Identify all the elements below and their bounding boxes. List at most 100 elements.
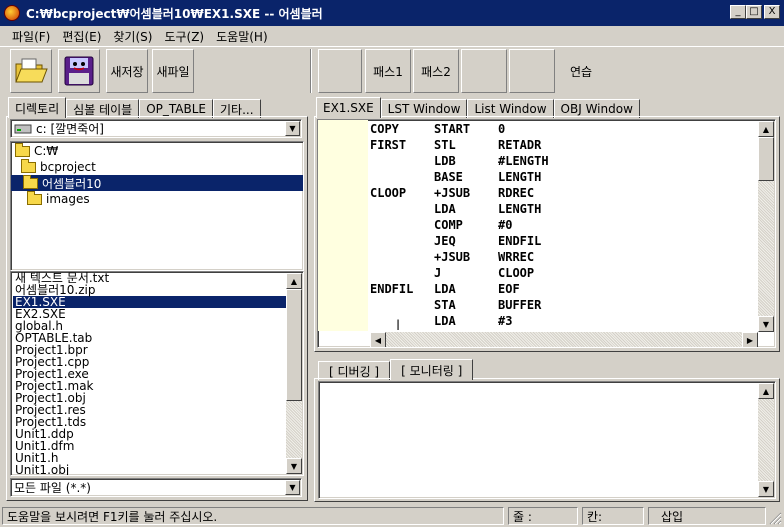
menu-help[interactable]: 도움말(H) <box>210 28 274 45</box>
scroll-down-button[interactable]: ▼ <box>758 481 774 497</box>
file-filter-combo[interactable]: 모든 파일 (*.*) ▼ <box>10 478 302 497</box>
toolbar-separator <box>310 49 312 93</box>
code-line: BASE LENGTH <box>370 169 755 185</box>
scroll-thumb[interactable] <box>286 289 302 401</box>
tab-directory[interactable]: 디렉토리 <box>8 97 67 118</box>
editor-gutter <box>318 120 368 331</box>
open-folder-button[interactable] <box>10 49 52 93</box>
code-operand: EOF <box>498 282 520 296</box>
open-folder-icon <box>15 58 48 83</box>
code-line: LDB #LENGTH <box>370 153 755 169</box>
menu-file[interactable]: 파일(F) <box>6 28 56 45</box>
directory-tree: C:₩ bcproject 어셈블러10 images <box>10 141 304 271</box>
status-bar: 도움말을 보시려면 F1키를 눌러 주십시오. 줄 : 칸: 삽입 <box>0 505 784 527</box>
menu-find[interactable]: 찾기(S) <box>107 28 158 45</box>
code-opcode: START <box>434 122 471 136</box>
code-operand: LENGTH <box>498 202 542 216</box>
scroll-up-button[interactable]: ▲ <box>758 121 774 137</box>
code-line: CLOOP +JSUB RDREC <box>370 185 755 201</box>
editor-vscrollbar[interactable]: ▲ ▼ <box>758 121 774 332</box>
code-operand: #LENGTH <box>498 154 549 168</box>
scroll-left-button[interactable]: ◀ <box>370 332 386 347</box>
code-operand: RDREC <box>498 186 535 200</box>
monitor-vscrollbar[interactable]: ▲ ▼ <box>758 383 774 497</box>
code-operand: RETADR <box>498 138 542 152</box>
scroll-thumb[interactable] <box>758 137 774 181</box>
scroll-right-button[interactable]: ▶ <box>742 332 758 347</box>
status-insert-mode: 삽입 <box>648 507 766 525</box>
maximize-button[interactable]: □ <box>746 5 762 19</box>
code-opcode: JEQ <box>434 234 456 248</box>
save-button[interactable] <box>58 49 100 93</box>
status-help-text: 도움말을 보시려면 F1키를 눌러 주십시오. <box>2 507 504 525</box>
scroll-up-button[interactable]: ▲ <box>758 383 774 399</box>
toolbar-empty-button-2[interactable] <box>461 49 507 93</box>
code-opcode: LDA <box>434 314 456 328</box>
code-operand: CLOOP <box>498 266 535 280</box>
code-opcode: BASE <box>434 170 463 184</box>
toolbar-empty-button-3[interactable] <box>509 49 555 93</box>
new-file-button[interactable]: 새파일 <box>152 49 194 93</box>
tab-monitoring[interactable]: [ 모니터링 ] <box>390 359 474 380</box>
minimize-button[interactable]: _ <box>730 5 746 19</box>
close-button[interactable]: X <box>764 5 780 19</box>
file-list-item[interactable]: Unit1.obj <box>13 464 287 475</box>
code-line: JEQ ENDFIL <box>370 233 755 249</box>
code-operand: WRREC <box>498 250 535 264</box>
left-tabstrip: 디렉토리 심볼 테이블 OP_TABLE 기타... <box>8 95 261 118</box>
menu-edit[interactable]: 편집(E) <box>56 28 107 45</box>
tree-item-assembler10[interactable]: 어셈블러10 <box>11 174 303 191</box>
code-line: J CLOOP <box>370 265 755 281</box>
code-editor[interactable]: COPY START 0 FIRST STL RETADR LDB #LENGTH BASE LE… <box>317 119 776 348</box>
menu-tools[interactable]: 도구(Z) <box>158 28 210 45</box>
code-opcode: J <box>434 266 442 280</box>
code-lines: COPY START 0 FIRST STL RETADR LDB #LENGTH BASE LE… <box>370 121 755 329</box>
tab-ex1-sxe[interactable]: EX1.SXE <box>316 97 381 118</box>
drive-combo[interactable]: c: [깔면죽어] ▼ <box>10 119 302 138</box>
file-list-rows: 새 텍스트 문서.txt 어셈블러10.zip EX1.SXE EX2.SXE glob… <box>13 272 287 475</box>
code-line: COMP #0 <box>370 217 755 233</box>
status-line: 줄 : <box>508 507 578 525</box>
scroll-down-button[interactable]: ▼ <box>286 458 302 474</box>
title-bar[interactable]: C:₩bcproject₩어셈블러10₩EX1.SXE -- 어셈블러 _ □ … <box>0 0 784 26</box>
tree-item-root[interactable]: C:₩ <box>11 142 303 159</box>
tree-item-bcproject[interactable]: bcproject <box>11 158 303 175</box>
editor-hscrollbar[interactable]: ◀ ▶ <box>370 332 758 347</box>
code-opcode: STA <box>434 298 456 312</box>
floppy-disk-icon <box>64 56 94 86</box>
toolbar-empty-button-1[interactable] <box>318 49 362 93</box>
code-operand: #0 <box>498 218 513 232</box>
drive-combo-dropdown[interactable]: ▼ <box>285 121 300 136</box>
file-filter-dropdown[interactable]: ▼ <box>285 480 300 495</box>
tree-item-images[interactable]: images <box>11 190 303 207</box>
resize-grip-icon[interactable] <box>768 511 782 525</box>
window-title: C:₩bcproject₩어셈블러10₩EX1.SXE -- 어셈블러 <box>26 6 323 21</box>
code-operand: ENDFIL <box>498 234 542 248</box>
app-icon[interactable] <box>4 5 20 21</box>
code-line: +JSUB WRREC <box>370 249 755 265</box>
code-operand: BUFFER <box>498 298 542 312</box>
code-line: STA BUFFER <box>370 297 755 313</box>
pass1-button[interactable]: 패스1 <box>365 49 411 93</box>
editor-tabstrip: EX1.SXE LST Window List Window OBJ Windo… <box>316 95 640 118</box>
file-list: 새 텍스트 문서.txt 어셈블러10.zip EX1.SXE EX2.SXE glob… <box>10 271 304 476</box>
drive-icon <box>14 124 32 133</box>
file-filter-value: 모든 파일 (*.*) <box>14 481 91 495</box>
scroll-up-button[interactable]: ▲ <box>286 273 302 289</box>
code-label: CLOOP <box>370 186 407 200</box>
scroll-down-button[interactable]: ▼ <box>758 316 774 332</box>
open-folder-icon <box>21 158 36 173</box>
drive-combo-value: c: [깔면죽어] <box>36 122 104 136</box>
code-label: COPY <box>370 122 399 136</box>
code-opcode: +JSUB <box>434 186 471 200</box>
code-opcode: +JSUB <box>434 250 471 264</box>
code-line: FIRST STL RETADR <box>370 137 755 153</box>
file-list-scrollbar[interactable]: ▲ ▼ <box>286 273 302 474</box>
code-opcode: LDB <box>434 154 456 168</box>
save-as-button[interactable]: 새저장 <box>106 49 148 93</box>
monitoring-output[interactable]: ▲ ▼ <box>318 381 776 499</box>
practice-button[interactable]: 연습 <box>558 49 604 93</box>
pass2-button[interactable]: 패스2 <box>413 49 459 93</box>
code-line: COPY START 0 <box>370 121 755 137</box>
code-line: ENDFIL LDA EOF <box>370 281 755 297</box>
